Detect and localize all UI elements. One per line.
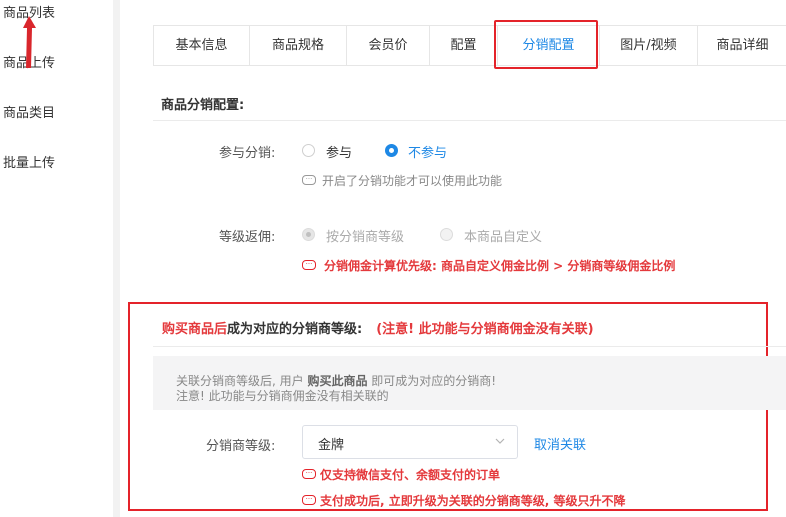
commission-label: 等级返佣: bbox=[219, 230, 276, 245]
chevron-down-icon bbox=[495, 438, 505, 444]
purchase-title-dark: 成为对应的分销商等级: bbox=[227, 322, 363, 337]
tab-basic-info[interactable]: 基本信息 bbox=[154, 26, 250, 65]
commission-by-level-radio[interactable] bbox=[302, 228, 315, 241]
commission-custom-label[interactable]: 本商品自定义 bbox=[464, 226, 542, 245]
level-select[interactable]: 金牌 bbox=[302, 425, 518, 459]
purchase-level-title: 购买商品后成为对应的分销商等级: (注意! 此功能与分销商佣金没有关联) bbox=[162, 318, 594, 337]
purchase-title-red: 购买商品后 bbox=[162, 322, 228, 337]
info-box: 关联分销商等级后, 用户 购买此商品 即可成为对应的分销商! 注意! 此功能与分… bbox=[153, 356, 786, 410]
participate-tip: 开启了分销功能才可以使用此功能 bbox=[322, 174, 503, 188]
participate-yes-label[interactable]: 参与 bbox=[326, 142, 352, 161]
tab-member-price[interactable]: 会员价 bbox=[347, 26, 430, 65]
upgrade-tip: 支付成功后, 立即升级为关联的分销商等级, 等级只升不降 bbox=[320, 494, 626, 508]
tab-images-video[interactable]: 图片/视频 bbox=[600, 26, 698, 65]
info-line-2: 注意! 此功能与分销商佣金没有相关联的 bbox=[176, 389, 389, 403]
warning-icon: ··· bbox=[302, 469, 316, 479]
tab-bar: 基本信息 商品规格 会员价 配置 分销配置 图片/视频 商品详细 bbox=[153, 25, 786, 66]
participate-yes-radio[interactable] bbox=[302, 144, 315, 157]
cancel-link-button[interactable]: 取消关联 bbox=[534, 434, 586, 453]
divider bbox=[153, 120, 786, 121]
tab-highlight-box bbox=[494, 20, 598, 69]
tab-product-detail[interactable]: 商品详细 bbox=[698, 26, 786, 65]
purchase-title-note: (注意! 此功能与分销商佣金没有关联) bbox=[376, 322, 594, 337]
tab-config[interactable]: 配置 bbox=[430, 26, 498, 65]
divider bbox=[153, 346, 786, 347]
annotation-arrow-icon bbox=[23, 16, 36, 68]
level-select-value: 金牌 bbox=[318, 438, 345, 453]
sidebar-item-product-category[interactable]: 商品类目 bbox=[3, 102, 55, 121]
participate-label: 参与分销: bbox=[219, 146, 276, 161]
commission-tip: 分销佣金计算优先级: 商品自定义佣金比例 > 分销商等级佣金比例 bbox=[324, 259, 676, 273]
participate-no-label[interactable]: 不参与 bbox=[408, 142, 447, 161]
warning-icon: ··· bbox=[302, 495, 316, 505]
warning-icon: ··· bbox=[302, 260, 316, 270]
commission-by-level-label[interactable]: 按分销商等级 bbox=[326, 226, 404, 245]
participate-no-radio[interactable] bbox=[385, 144, 398, 157]
info-icon: ··· bbox=[302, 175, 316, 185]
payment-tip: 仅支持微信支付、余额支付的订单 bbox=[320, 468, 501, 482]
sidebar-item-batch-upload[interactable]: 批量上传 bbox=[3, 152, 55, 171]
tab-product-spec[interactable]: 商品规格 bbox=[250, 26, 347, 65]
section-title: 商品分销配置: bbox=[161, 98, 245, 113]
sidebar: 商品列表 商品上传 商品类目 批量上传 bbox=[0, 0, 113, 517]
level-label: 分销商等级: bbox=[206, 439, 276, 454]
sidebar-divider bbox=[113, 0, 120, 517]
commission-custom-radio[interactable] bbox=[440, 228, 453, 241]
